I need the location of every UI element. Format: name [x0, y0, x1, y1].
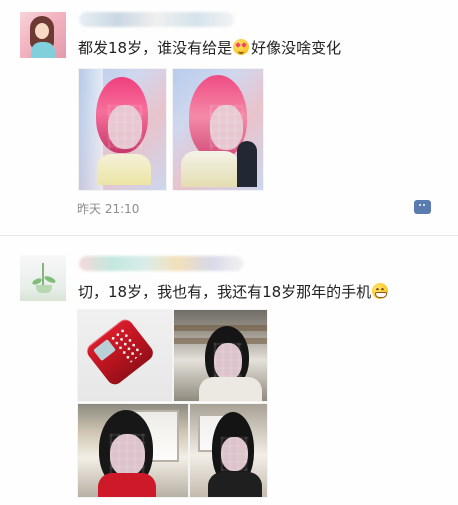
post-2-photo-girl-red-shirt[interactable] [77, 403, 189, 498]
blurred-face [214, 343, 242, 380]
photo-person [199, 326, 262, 401]
post-2-text-before-emoji: 切，18岁，我也有，我还有18岁那年的手机 [78, 283, 372, 301]
post-1-photo-1[interactable] [78, 68, 167, 191]
person-shirt [199, 377, 262, 401]
user-avatar-1[interactable] [20, 12, 66, 58]
avatar-plant-pot [36, 285, 52, 293]
post-1-timestamp: 昨天 21:10 [77, 202, 140, 216]
post-1-text-before-emoji: 都发18岁，谁没有给是 [78, 39, 233, 57]
person-shirt [181, 151, 239, 187]
avatar-dress [31, 42, 55, 58]
person-shirt [97, 154, 151, 185]
comment-icon[interactable] [414, 200, 431, 214]
post-2-text: 切，18岁，我也有，我还有18岁那年的手机 [78, 283, 390, 301]
user-avatar-2[interactable] [20, 255, 66, 301]
chat-feed-screen: 都发18岁，谁没有给是 好像没啥变化 昨天 21:10 切，18岁，我也有，我还… [0, 0, 458, 505]
blurred-face [110, 434, 145, 476]
person-shirt [98, 473, 156, 497]
photo-person [91, 77, 157, 185]
grin-emoji [372, 283, 389, 299]
post-1-text: 都发18岁，谁没有给是 好像没啥变化 [78, 39, 341, 57]
photo-person [208, 412, 262, 497]
heart-eyes-emoji [233, 39, 250, 55]
blurred-username-2 [79, 256, 244, 271]
person-jacket [237, 141, 257, 187]
person-shirt [208, 472, 262, 497]
post-divider [0, 235, 458, 236]
blurred-username-1 [79, 12, 234, 27]
avatar-face [35, 23, 49, 39]
photo-person [181, 75, 257, 187]
post-1-text-after-emoji: 好像没啥变化 [251, 39, 342, 57]
post-2-photo-girl-doorway[interactable] [189, 403, 268, 498]
blurred-face [210, 105, 243, 150]
photo-person [96, 410, 170, 497]
post-1-photo-2[interactable] [172, 68, 264, 191]
post-2-photo-phone[interactable] [77, 309, 173, 402]
blurred-face [221, 437, 248, 471]
blurred-face [108, 105, 142, 149]
avatar-plant-leaf [43, 274, 57, 285]
post-2-photo-girl-bedroom[interactable] [173, 309, 268, 402]
